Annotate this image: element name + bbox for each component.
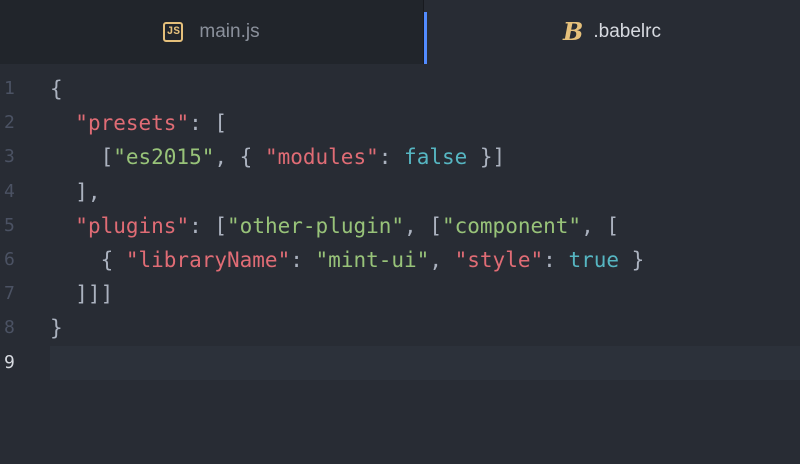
punctuation: , [	[404, 213, 442, 238]
json-string: "es2015"	[113, 145, 215, 170]
line-number: 3	[4, 146, 15, 168]
json-boolean: true	[568, 247, 620, 272]
line-number: 1	[4, 78, 15, 99]
code-line-1: {	[50, 72, 800, 106]
json-key: "style"	[454, 247, 544, 272]
line-number: 7	[4, 283, 15, 305]
line-number: 8	[4, 317, 15, 339]
line-number-gutter: 1 2 3 4 5 6 7 8 9	[0, 72, 40, 380]
punctuation: : [	[189, 111, 228, 136]
code-line-5: "plugins": ["other-plugin", ["component"…	[50, 209, 800, 243]
punctuation: [	[50, 145, 114, 170]
js-file-icon: JS	[163, 22, 184, 42]
json-string: "mint-ui"	[315, 247, 430, 272]
punctuation	[50, 111, 75, 135]
punctuation: }	[619, 247, 645, 272]
tab-label: main.js	[199, 21, 260, 42]
json-boolean: false	[404, 145, 468, 170]
punctuation: }	[50, 316, 63, 341]
code-content[interactable]: { "presets": [ ["es2015", { "modules": f…	[50, 72, 800, 380]
line-number: 6	[4, 248, 15, 270]
punctuation: ,	[429, 247, 455, 272]
json-key: "modules"	[264, 145, 379, 170]
json-key: "presets"	[75, 111, 190, 136]
json-key: "libraryName"	[125, 247, 291, 272]
punctuation: ]]]	[50, 282, 114, 307]
line-number: 2	[4, 112, 15, 134]
tab-label: .babelrc	[593, 21, 661, 42]
code-line-8: }	[50, 311, 800, 345]
punctuation: , {	[214, 145, 265, 170]
code-line-6: { "libraryName": "mint-ui", "style": tru…	[50, 243, 800, 277]
punctuation: {	[50, 247, 126, 272]
punctuation: {	[50, 77, 63, 101]
line-number: 4	[4, 180, 15, 202]
json-string: "component"	[441, 213, 582, 238]
punctuation: :	[378, 145, 405, 170]
punctuation: }]	[467, 145, 506, 170]
code-editor[interactable]: 1 2 3 4 5 6 7 8 9 { "presets": [ ["es201…	[0, 72, 800, 464]
code-line-4: ],	[50, 175, 800, 209]
json-string: "other-plugin"	[227, 213, 405, 238]
punctuation: ],	[50, 179, 101, 204]
punctuation: : [	[189, 213, 228, 238]
babel-file-icon: B	[563, 17, 584, 46]
tab-bar: JS main.js B .babelrc	[0, 0, 800, 64]
line-number: 5	[4, 214, 15, 236]
json-key: "plugins"	[75, 213, 190, 238]
punctuation: , [	[581, 213, 619, 238]
code-line-7: ]]]	[50, 277, 800, 311]
code-line-2: "presets": [	[50, 106, 800, 140]
punctuation: :	[543, 247, 569, 272]
line-number-current: 9	[4, 351, 15, 373]
punctuation: :	[290, 247, 316, 272]
tab-main-js[interactable]: JS main.js	[0, 0, 424, 64]
code-line-3: ["es2015", { "modules": false }]	[50, 140, 800, 174]
tab-babelrc[interactable]: B .babelrc	[424, 0, 800, 64]
punctuation	[50, 214, 75, 238]
